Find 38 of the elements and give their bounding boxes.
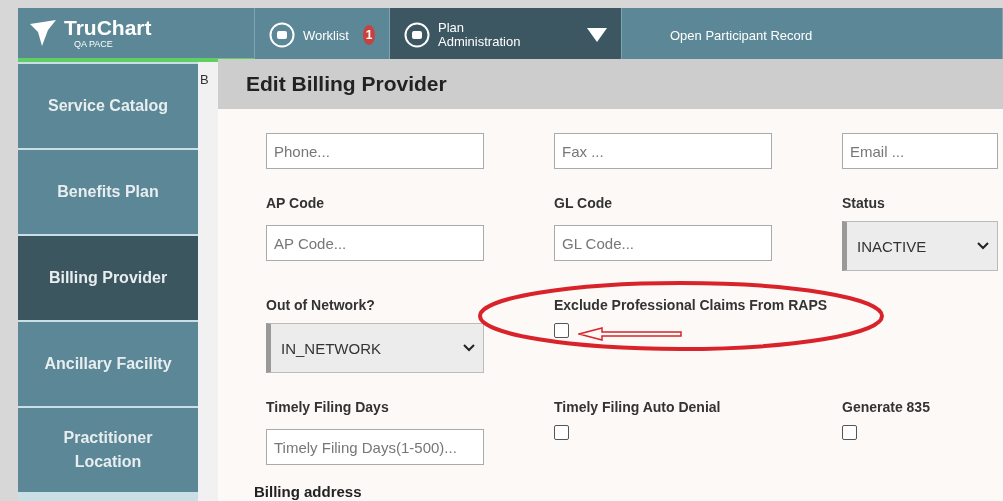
field-label: Timely Filing Days (266, 399, 389, 415)
field-label: Generate 835 (842, 399, 930, 415)
select-field[interactable]: IN_NETWORK (266, 323, 484, 373)
modal-title: Edit Billing Provider (246, 72, 447, 96)
inbox-icon (269, 22, 295, 48)
field-label: Exclude Professional Claims From RAPS (554, 297, 828, 313)
logo-icon (28, 18, 58, 48)
sidebar-item[interactable]: Billing Provider (18, 236, 198, 320)
sidebar-item[interactable]: Benefits Plan (18, 150, 198, 234)
chevron-icon (977, 242, 989, 250)
logo-name: TruChart (64, 17, 152, 39)
input-field[interactable]: Phone... (266, 133, 484, 169)
sidebar-item[interactable]: Practitioner Location (18, 408, 198, 492)
input-field[interactable]: GL Code... (554, 225, 772, 261)
input-field[interactable]: Timely Filing Days(1-500)... (266, 429, 484, 465)
field-label: Timely Filing Auto Denial (554, 399, 721, 415)
caret-icon (587, 28, 607, 42)
input-field[interactable]: Fax ... (554, 133, 772, 169)
arrow-icon (578, 327, 682, 341)
section-heading: Billing address (254, 483, 363, 500)
select-field[interactable]: INACTIVE (842, 221, 998, 271)
input-field[interactable]: AP Code... (266, 225, 484, 261)
page-heading: B (200, 72, 209, 87)
field-label: AP Code (266, 195, 325, 211)
field-label: Status (842, 195, 885, 211)
checkbox[interactable] (554, 323, 569, 338)
nav-tab[interactable]: Plan Administration (390, 8, 622, 62)
sidebar-item[interactable]: Service Catalog (18, 64, 198, 148)
checkbox[interactable] (842, 425, 857, 440)
chevron-icon (463, 344, 475, 352)
count-badge: 1 (363, 25, 375, 45)
sidebar-item[interactable]: Ancillary Facility (18, 322, 198, 406)
logo-subtitle: QA PACE (73, 39, 114, 49)
field-label: GL Code (554, 195, 613, 211)
field-label: Out of Network? (266, 297, 375, 313)
bars-icon (404, 22, 430, 48)
input-field[interactable]: Email ... (842, 133, 998, 169)
checkbox[interactable] (554, 425, 569, 440)
